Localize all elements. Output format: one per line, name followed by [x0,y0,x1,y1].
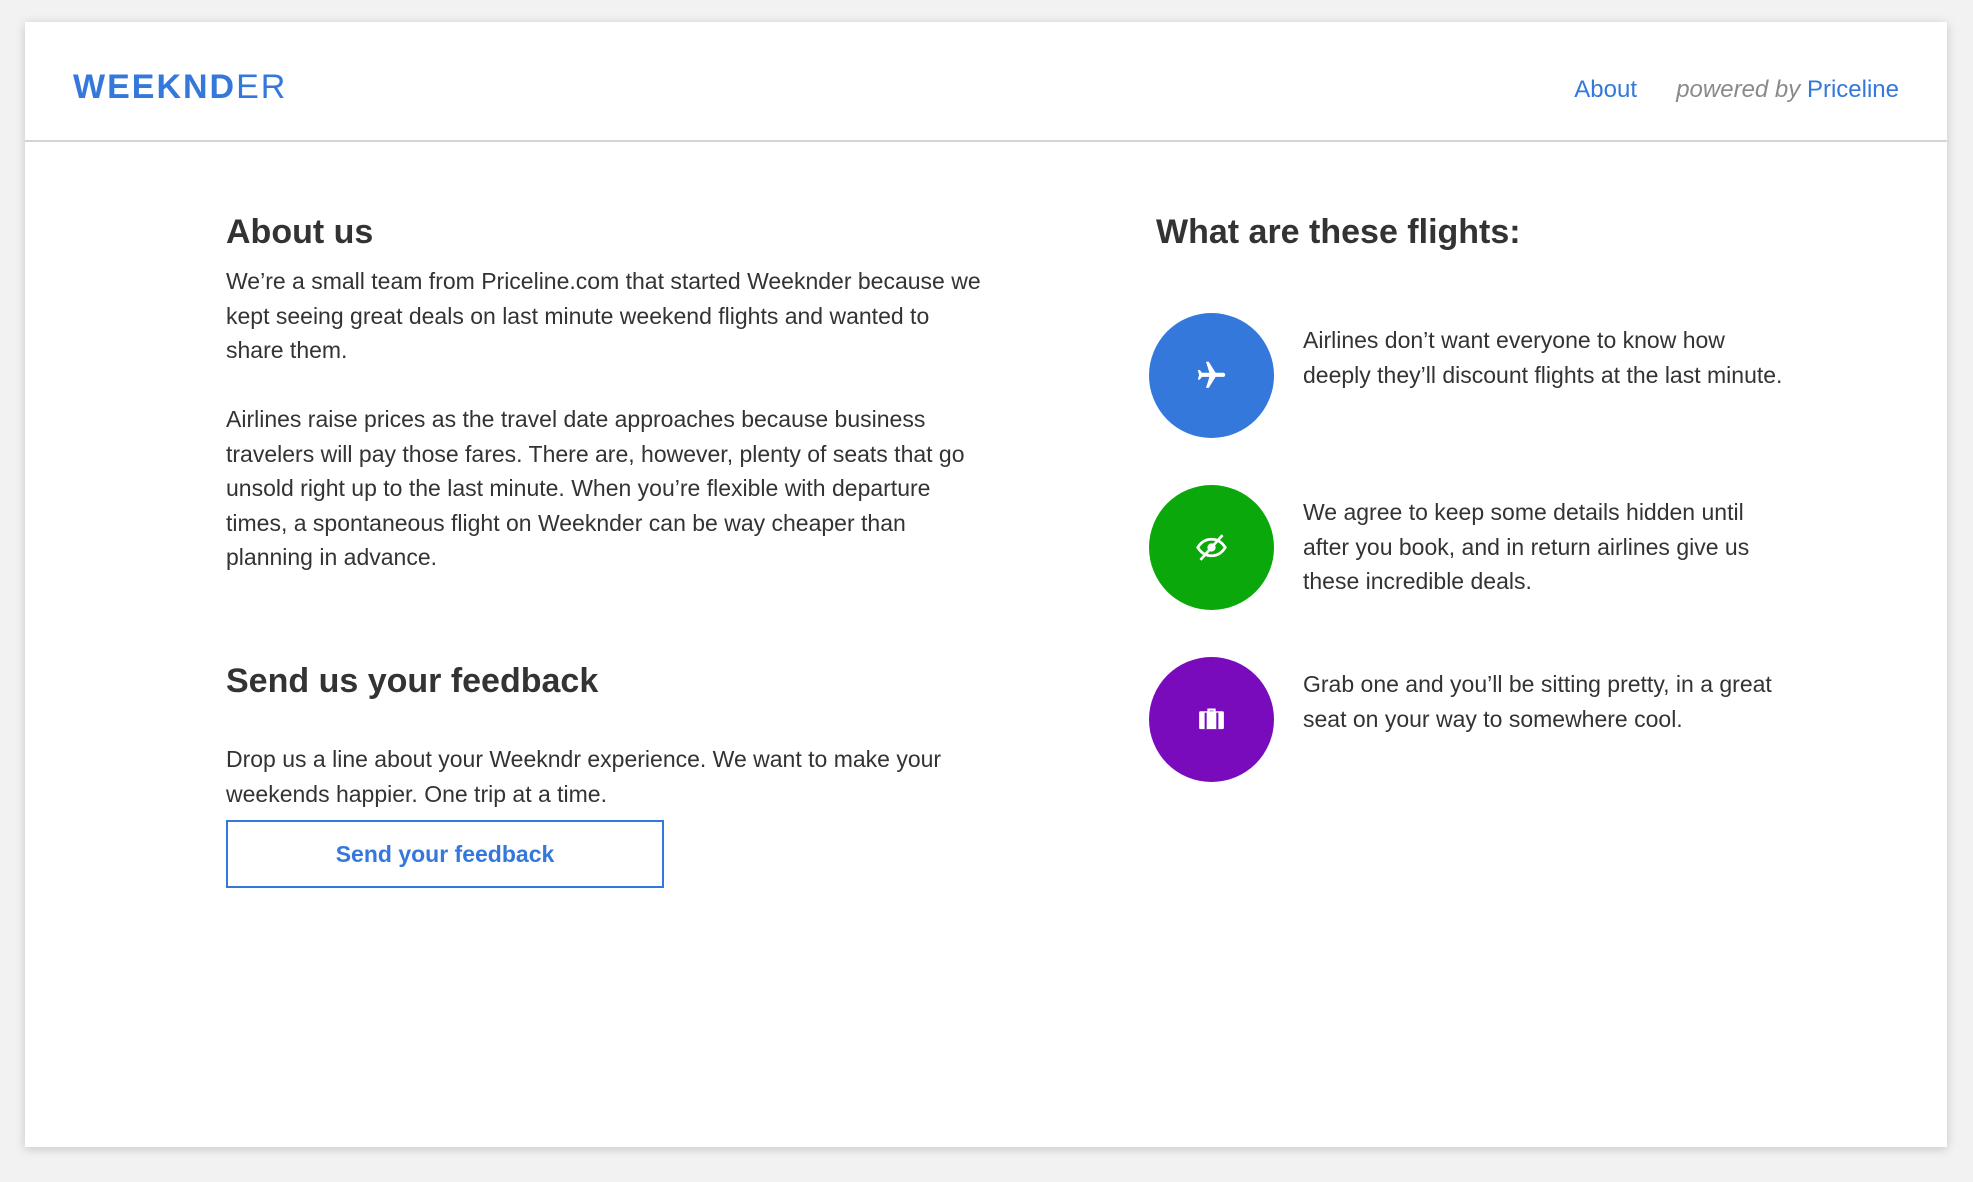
nav-about-link[interactable]: About [1574,74,1637,106]
about-paragraph-2: Airlines raise prices as the travel date… [226,406,965,570]
feedback-title: Send us your feedback [226,662,599,700]
page-card: WEEKNDER About powered by Priceline Abou… [25,22,1947,1147]
about-paragraph-1: We’re a small team from Priceline.com th… [226,268,981,363]
send-feedback-button[interactable]: Send your feedback [226,820,664,888]
logo[interactable]: WEEKNDER [73,67,287,107]
logo-bold-text: WEEKND [73,68,237,106]
about-title: About us [226,213,374,251]
feature-text: Airlines don’t want everyone to know how… [1303,327,1783,388]
airplane-icon [1197,361,1226,388]
feature-text: We agree to keep some details hidden unt… [1303,499,1750,594]
powered-by-label: powered by [1676,76,1801,103]
feature-icon-circle [1149,657,1274,782]
priceline-link[interactable]: Priceline [1807,76,1899,103]
powered-by: powered by Priceline [1676,74,1899,106]
flights-title: What are these flights: [1156,213,1521,251]
feature-hidden-details: We agree to keep some details hidden unt… [1149,485,1849,615]
eye-slash-icon [1196,534,1227,561]
feature-great-seat: Grab one and you’ll be sitting pretty, i… [1149,657,1849,787]
feedback-text: Drop us a line about your Weekndr experi… [226,746,942,807]
feature-discount: Airlines don’t want everyone to know how… [1149,313,1849,443]
feature-icon-circle [1149,485,1274,610]
header: WEEKNDER About powered by Priceline [25,22,1947,142]
feature-text: Grab one and you’ll be sitting pretty, i… [1303,671,1772,732]
suitcase-icon [1199,708,1224,730]
logo-light-text: ER [236,68,288,106]
feature-icon-circle [1149,313,1274,438]
